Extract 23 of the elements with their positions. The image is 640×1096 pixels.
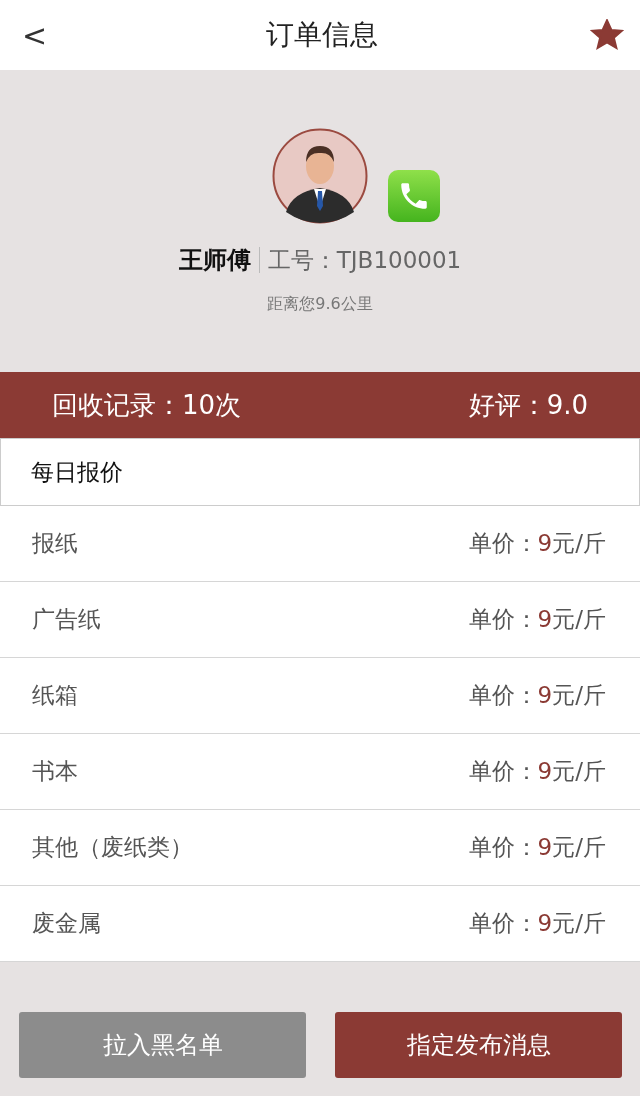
price-text: 单价：9元/斤 (468, 757, 606, 786)
records-text: 回收记录：10次 (52, 388, 242, 422)
price-text: 单价：9元/斤 (468, 529, 606, 558)
price-text: 单价：9元/斤 (468, 833, 606, 862)
back-button[interactable]: < (16, 17, 54, 53)
worker-name: 王师傅 (178, 245, 251, 276)
item-name: 废金属 (32, 909, 101, 938)
rating-text: 好评：9.0 (468, 388, 588, 422)
price-text: 单价：9元/斤 (468, 909, 606, 938)
item-name: 广告纸 (32, 605, 101, 634)
price-text: 单价：9元/斤 (468, 681, 606, 710)
phone-button[interactable] (388, 170, 440, 222)
section-title: 每日报价 (0, 438, 640, 506)
item-name: 报纸 (32, 529, 78, 558)
star-icon[interactable] (590, 19, 624, 51)
publish-button[interactable]: 指定发布消息 (335, 1012, 622, 1078)
item-name: 纸箱 (32, 681, 78, 710)
price-text: 单价：9元/斤 (468, 605, 606, 634)
distance-text: 距离您9.6公里 (267, 294, 373, 315)
page-title: 订单信息 (265, 17, 378, 53)
item-name: 书本 (32, 757, 78, 786)
item-name: 其他（废纸类） (32, 833, 193, 862)
worker-id: 工号：TJB100001 (267, 245, 462, 275)
